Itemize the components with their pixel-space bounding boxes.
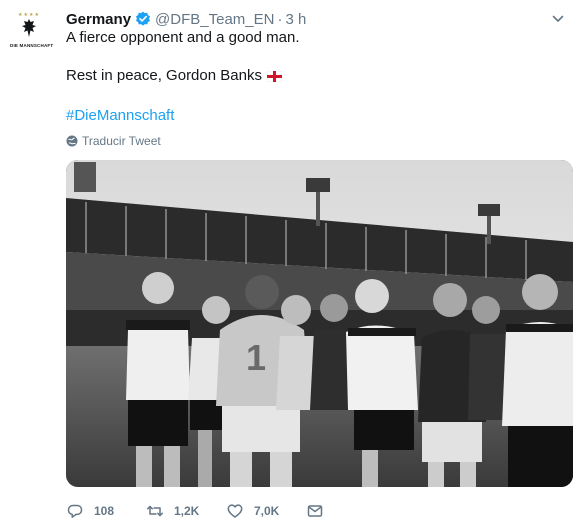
eagle-crest-icon [22,19,36,37]
user-handle[interactable]: @DFB_Team_EN [155,11,274,28]
like-count: 7,0K [254,504,280,518]
heart-icon [227,504,243,518]
tweet-text-line-2-text: Rest in peace, Gordon Banks [66,67,262,84]
retweet-button[interactable]: 1,2K [146,502,226,520]
translate-tweet-label: Traducir Tweet [82,134,161,148]
tweet-card[interactable]: ★★★★ DIE MANNSCHAFT Germany @DFB_Team_EN… [0,0,579,525]
envelope-icon [307,505,323,517]
display-name[interactable]: Germany [66,11,131,28]
tweet-header: Germany @DFB_Team_EN · 3 h [66,9,306,29]
tweet-photo[interactable]: 1 [66,160,573,487]
translate-tweet-link[interactable]: Traducir Tweet [66,134,161,148]
header-separator: · [277,10,283,28]
chevron-down-icon[interactable] [552,14,564,24]
avatar-wordmark: DIE MANNSCHAFT [10,43,54,48]
hashtag-link[interactable]: #DieMannschaft [66,107,174,124]
tweet-actions: 108 1,2K 7,0K [66,499,324,523]
svg-text:1: 1 [246,337,266,378]
avatar[interactable]: ★★★★ DIE MANNSCHAFT [10,12,54,52]
globe-icon [66,135,78,147]
reply-count: 108 [94,504,115,518]
reply-button[interactable]: 108 [66,502,146,520]
tweet-timestamp[interactable]: 3 h [285,11,306,28]
england-flag-icon [266,70,282,82]
retweet-icon [147,505,163,517]
verified-badge-icon [135,11,151,27]
tweet-text-line-1: A fierce opponent and a good man. [66,29,300,46]
tweet-text-line-2: Rest in peace, Gordon Banks [66,66,282,86]
direct-message-button[interactable] [306,502,324,520]
reply-icon [67,504,83,518]
retweet-count: 1,2K [174,504,200,518]
like-button[interactable]: 7,0K [226,502,306,520]
photo-players-embracing: 1 [66,160,573,487]
